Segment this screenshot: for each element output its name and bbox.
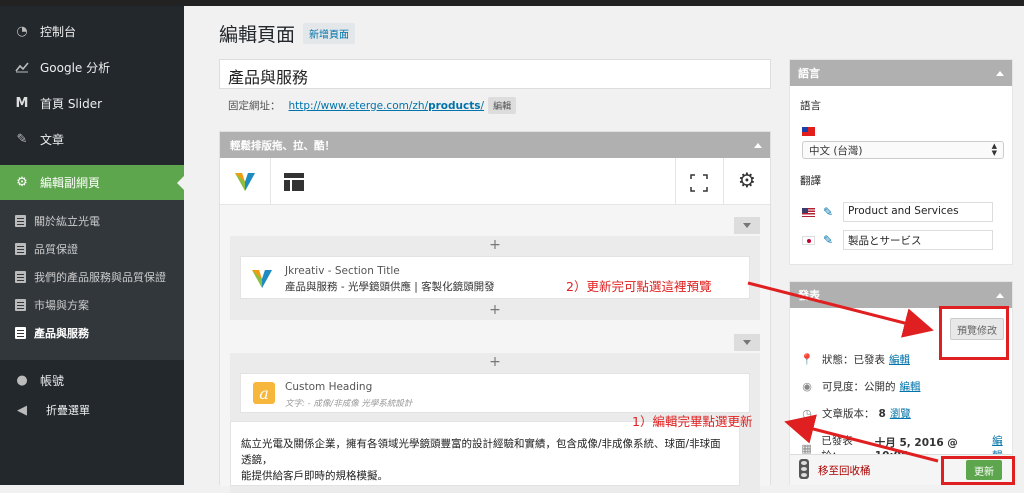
arrow-to-preview xyxy=(747,281,934,338)
annotation-update-note: 1）編輯完畢點選更新 xyxy=(632,414,753,429)
annotation-preview-note: 2）更新完可點選這裡預覽 xyxy=(566,279,712,294)
arrow-to-editor xyxy=(784,414,939,463)
annotation-arrows xyxy=(747,281,939,463)
